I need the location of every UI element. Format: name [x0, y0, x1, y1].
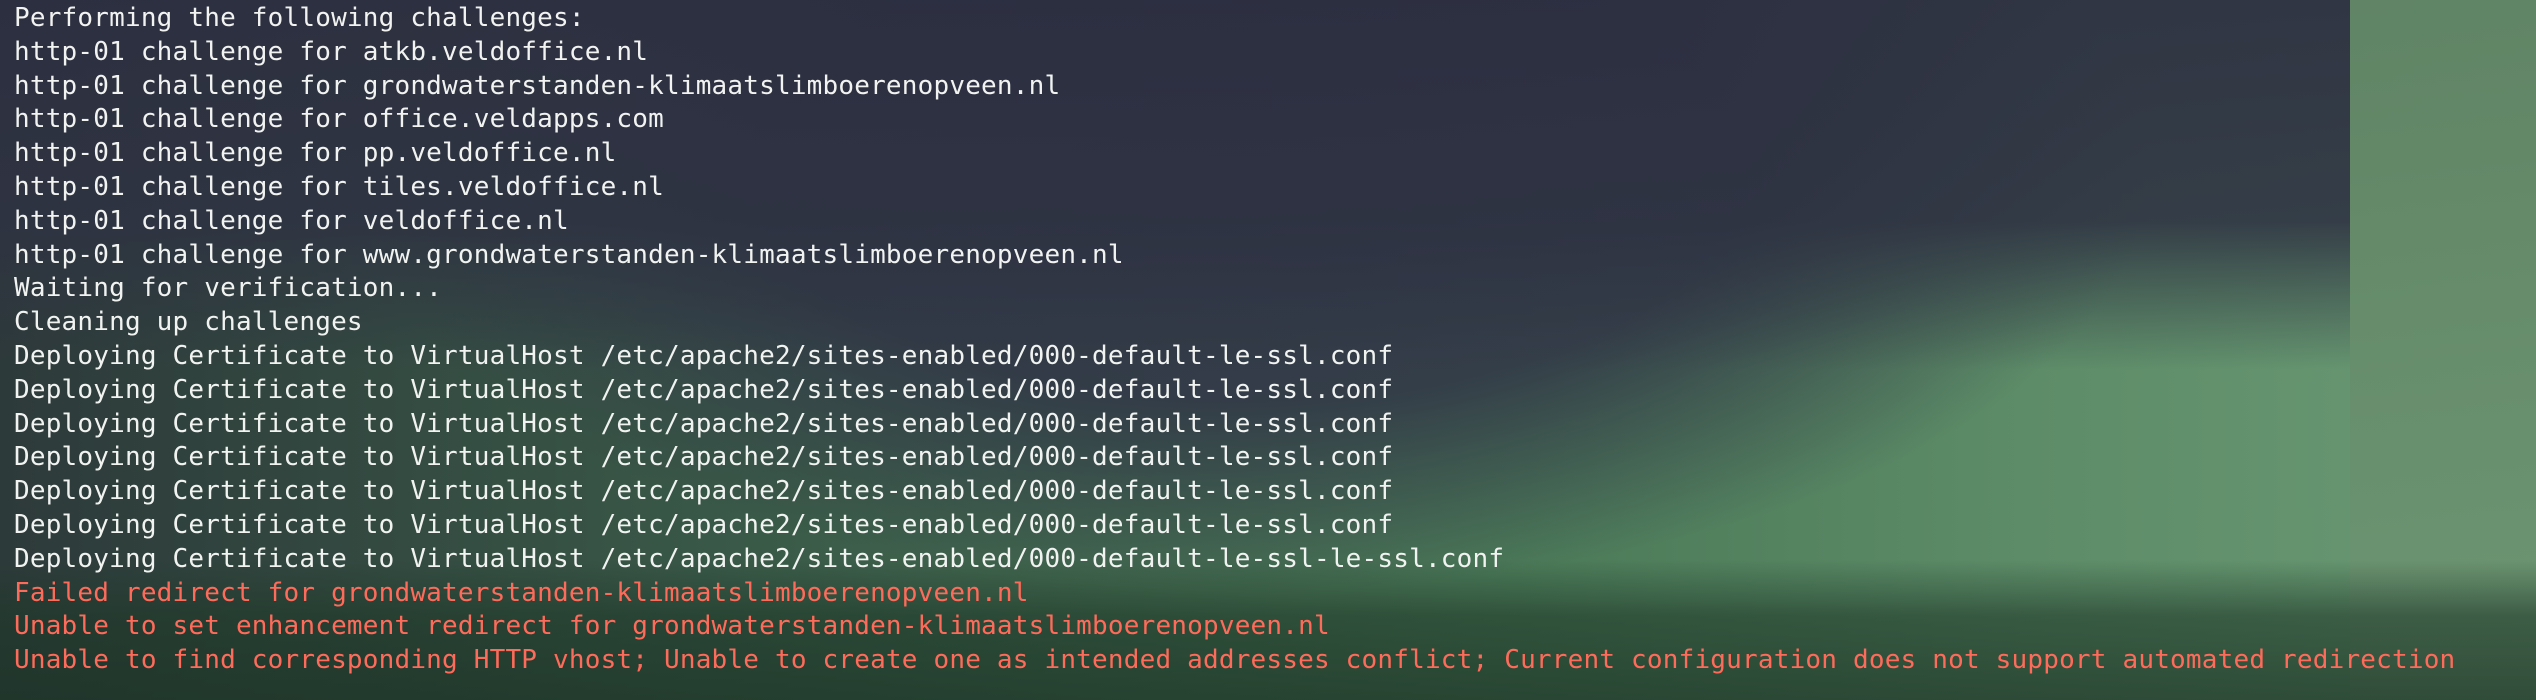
- terminal-line: Deploying Certificate to VirtualHost /et…: [14, 374, 1394, 405]
- terminal-line: http-01 challenge for pp.veldoffice.nl: [14, 138, 617, 169]
- terminal-line: http-01 challenge for office.veldapps.co…: [14, 104, 664, 135]
- terminal-line: http-01 challenge for tiles.veldoffice.n…: [14, 171, 664, 202]
- terminal-error-line: Unable to find corresponding HTTP vhost;…: [14, 645, 2456, 676]
- terminal-line: Performing the following challenges:: [14, 3, 585, 33]
- terminal-line: http-01 challenge for veldoffice.nl: [14, 205, 569, 236]
- terminal-line: http-01 challenge for grondwaterstanden-…: [14, 70, 1061, 101]
- terminal-line: http-01 challenge for atkb.veldoffice.nl: [14, 36, 649, 67]
- terminal-error-line: Failed redirect for grondwaterstanden-kl…: [14, 577, 1029, 608]
- terminal-line: Deploying Certificate to VirtualHost /et…: [14, 340, 1394, 371]
- terminal-line: Deploying Certificate to VirtualHost /et…: [14, 476, 1394, 507]
- terminal-line: Deploying Certificate to VirtualHost /et…: [14, 543, 1505, 574]
- terminal-line: Waiting for verification...: [14, 273, 443, 304]
- terminal-line: Cleaning up challenges: [14, 307, 363, 338]
- terminal-line: Deploying Certificate to VirtualHost /et…: [14, 509, 1394, 540]
- terminal-output[interactable]: Performing the following challenges: http…: [14, 2, 2524, 692]
- terminal-line: Deploying Certificate to VirtualHost /et…: [14, 408, 1394, 439]
- terminal-line: Deploying Certificate to VirtualHost /et…: [14, 442, 1394, 473]
- terminal-error-line: Unable to set enhancement redirect for g…: [14, 611, 1330, 642]
- terminal-line: http-01 challenge for www.grondwaterstan…: [14, 239, 1124, 270]
